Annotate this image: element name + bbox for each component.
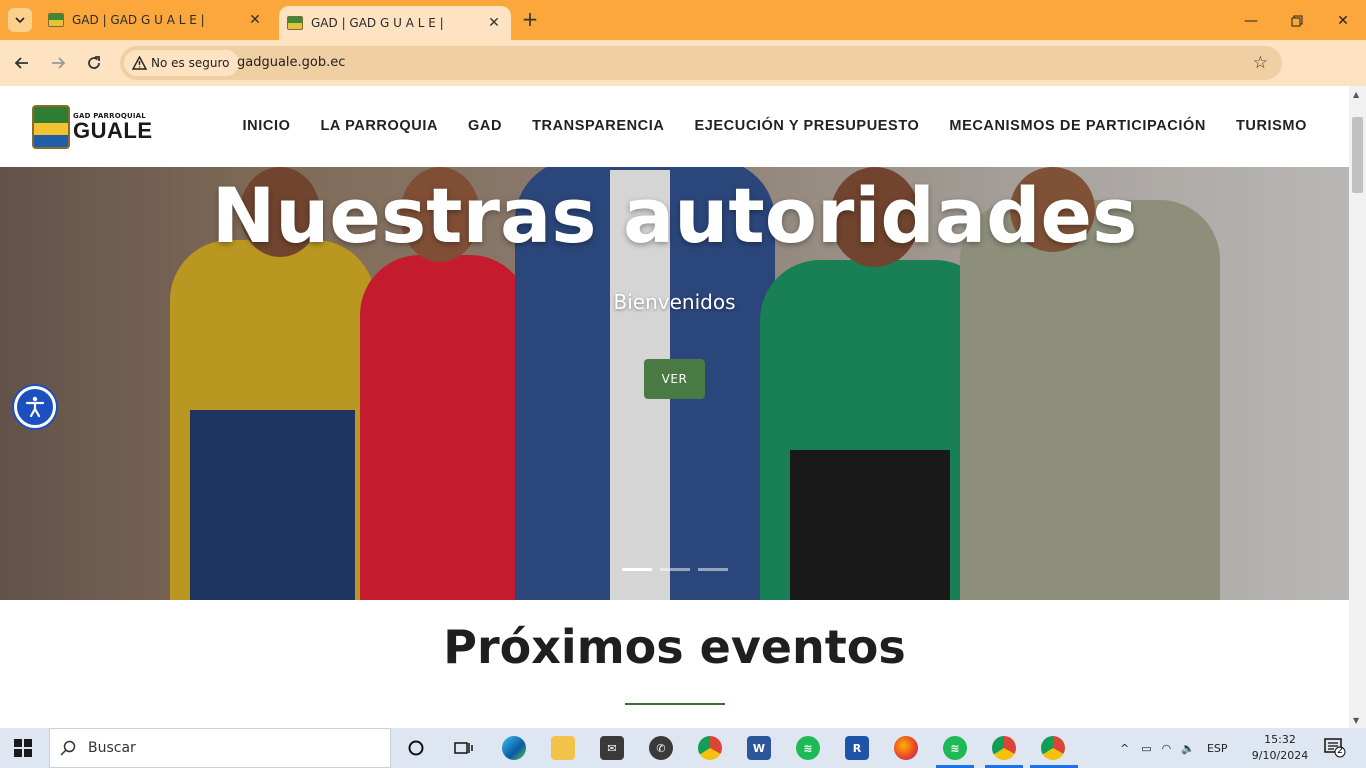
battery-icon[interactable]: ▭ — [1141, 742, 1151, 755]
file-explorer-icon[interactable] — [551, 736, 575, 760]
nav-mecanismos-participacion[interactable]: MECANISMOS DE PARTICIPACIÓN — [949, 118, 1206, 134]
bookmark-star-icon[interactable]: ☆ — [1253, 53, 1268, 73]
scroll-up-icon[interactable]: ▲ — [1353, 90, 1359, 99]
tab-title: GAD | GAD G U A L E | — [72, 13, 205, 27]
events-section-title: Próximos eventos — [443, 620, 906, 674]
site-favicon — [48, 13, 64, 27]
spotify-icon-2[interactable]: ≋ — [943, 736, 967, 760]
restore-icon[interactable] — [1286, 10, 1308, 32]
close-window-icon[interactable]: ✕ — [1332, 10, 1354, 32]
taskbar-clock[interactable]: 15:32 9/10/2024 — [1250, 732, 1310, 764]
nav-gad[interactable]: GAD — [468, 118, 502, 134]
nav-transparencia[interactable]: TRANSPARENCIA — [532, 118, 664, 134]
section-divider — [625, 703, 725, 705]
word-icon[interactable]: W — [747, 736, 771, 760]
nav-inicio[interactable]: INICIO — [243, 118, 291, 134]
hero-view-button[interactable]: VER — [644, 359, 705, 399]
hero-carousel: Nuestras autoridades Bienvenidos VER — [0, 167, 1349, 600]
address-bar[interactable]: No es seguro gadguale.gob.ec ☆ — [120, 46, 1282, 80]
security-chip[interactable]: No es seguro — [124, 50, 240, 76]
cortana-icon[interactable] — [404, 736, 428, 760]
security-label: No es seguro — [151, 56, 230, 70]
browser-toolbar: No es seguro gadguale.gob.ec ☆ A ⋮ — [0, 40, 1366, 114]
chrome-profile-icon[interactable] — [992, 736, 1016, 760]
system-tray: ^ ▭ ◠ 🔈 ESP — [1120, 728, 1228, 768]
chrome-icon[interactable] — [698, 736, 722, 760]
carousel-dot[interactable] — [622, 568, 652, 571]
nav-ejecucion-presupuesto[interactable]: EJECUCIÓN Y PRESUPUESTO — [694, 118, 919, 134]
logo-title: GUALE — [73, 117, 153, 143]
hero-subtitle: Bienvenidos — [613, 290, 736, 314]
carousel-dot[interactable] — [660, 568, 690, 571]
nav-turismo[interactable]: TURISMO — [1236, 118, 1307, 134]
site-header: GAD PARROQUIAL GUALE INICIO LA PARROQUIA… — [0, 86, 1349, 167]
chevron-down-icon — [15, 17, 25, 24]
forward-arrow-icon[interactable] — [46, 51, 70, 75]
tab-search-button[interactable] — [8, 8, 32, 32]
taskbar-search[interactable]: Buscar — [49, 728, 391, 768]
hero-title: Nuestras autoridades — [211, 171, 1138, 260]
chrome-active-icon[interactable] — [1041, 736, 1065, 760]
tab-title: GAD | GAD G U A L E | — [311, 16, 444, 30]
notification-center-icon[interactable]: 2 — [1324, 738, 1346, 758]
language-indicator[interactable]: ESP — [1207, 742, 1228, 755]
notification-count: 2 — [1337, 746, 1343, 756]
scrollbar-thumb[interactable] — [1352, 117, 1363, 193]
url-text[interactable]: gadguale.gob.ec — [237, 55, 345, 70]
site-logo[interactable]: GAD PARROQUIAL GUALE — [32, 105, 153, 149]
back-arrow-icon[interactable] — [10, 51, 34, 75]
volume-icon[interactable]: 🔈 — [1181, 742, 1195, 755]
parish-seal-icon — [32, 105, 70, 149]
edge-icon[interactable] — [502, 736, 526, 760]
close-tab-icon[interactable]: ✕ — [485, 14, 503, 32]
carousel-dot[interactable] — [698, 568, 728, 571]
firefox-icon[interactable] — [894, 736, 918, 760]
show-hidden-icons-icon[interactable]: ^ — [1120, 742, 1129, 755]
windows-start-icon[interactable] — [14, 739, 32, 757]
page-viewport: GAD PARROQUIAL GUALE INICIO LA PARROQUIA… — [0, 86, 1349, 728]
scroll-down-icon[interactable]: ▼ — [1353, 716, 1359, 725]
clock-time: 15:32 — [1264, 733, 1296, 746]
carousel-indicators — [622, 568, 736, 571]
nav-la-parroquia[interactable]: LA PARROQUIA — [320, 118, 438, 134]
page-scrollbar[interactable]: ▲ ▼ — [1349, 86, 1366, 728]
warning-icon — [132, 56, 147, 70]
spotify-icon[interactable]: ≋ — [796, 736, 820, 760]
revit-icon[interactable]: R — [845, 736, 869, 760]
close-tab-icon[interactable]: ✕ — [246, 11, 264, 29]
wifi-icon[interactable]: ◠ — [1162, 742, 1172, 755]
browser-tab[interactable]: GAD | GAD G U A L E | ✕ — [40, 0, 272, 40]
taskbar-search-placeholder: Buscar — [88, 740, 136, 756]
browser-tab-active[interactable]: GAD | GAD G U A L E | ✕ — [279, 6, 511, 40]
reload-icon[interactable] — [82, 51, 106, 75]
minimize-icon[interactable]: — — [1240, 10, 1262, 32]
task-view-icon[interactable] — [452, 736, 476, 760]
new-tab-button[interactable]: + — [520, 9, 540, 30]
main-nav: INICIO LA PARROQUIA GAD TRANSPARENCIA EJ… — [213, 118, 1307, 134]
clock-date: 9/10/2024 — [1251, 749, 1309, 762]
search-icon — [60, 740, 76, 756]
accessibility-icon — [25, 396, 45, 418]
whatsapp-icon[interactable]: ✆ — [649, 736, 673, 760]
site-favicon — [287, 16, 303, 30]
mail-icon[interactable]: ✉ — [600, 736, 624, 760]
browser-tab-bar: GAD | GAD G U A L E | ✕ GAD | GAD G U A … — [0, 0, 1366, 40]
windows-taskbar: Buscar ✉ ✆ W ≋ R ≋ ^ ▭ ◠ 🔈 ESP 15:32 9/1… — [0, 728, 1366, 768]
accessibility-button[interactable] — [14, 386, 56, 428]
